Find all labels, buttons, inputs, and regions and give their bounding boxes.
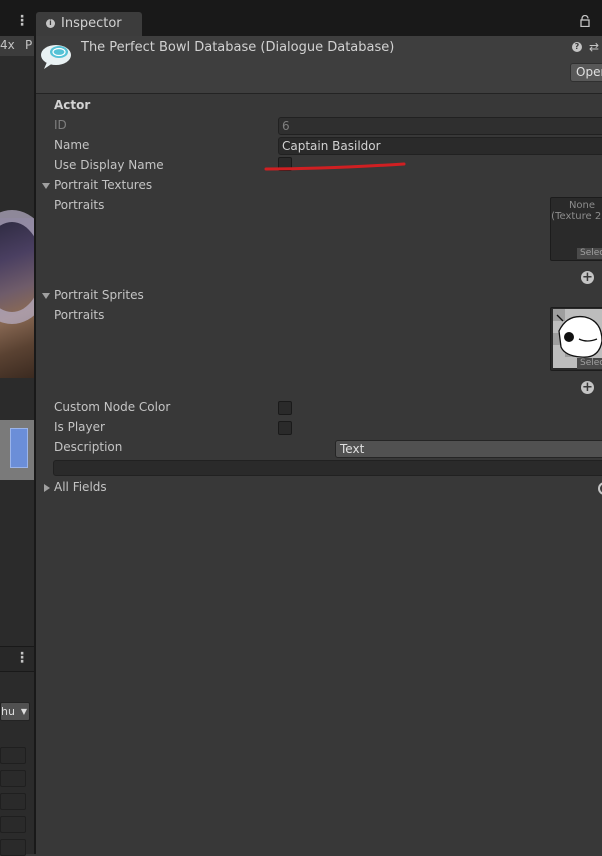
kebab-menu-icon[interactable]: ⋮ bbox=[15, 13, 29, 29]
is-player-label: Is Player bbox=[54, 420, 105, 434]
name-field[interactable]: Captain Basildor bbox=[278, 137, 602, 155]
description-textarea[interactable] bbox=[53, 460, 602, 476]
is-player-checkbox[interactable] bbox=[278, 421, 292, 435]
select-button[interactable]: Select bbox=[577, 248, 602, 259]
add-texture-plus-icon[interactable]: + bbox=[581, 271, 594, 284]
lock-icon[interactable] bbox=[580, 15, 590, 27]
add-sprite-plus-icon[interactable]: + bbox=[581, 381, 594, 394]
dropdown-value: Text bbox=[340, 442, 365, 456]
portrait-sprites-foldout[interactable]: Portrait Sprites bbox=[54, 288, 144, 302]
select-button[interactable]: Select bbox=[577, 358, 602, 369]
description-label: Description bbox=[54, 440, 123, 454]
name-label: Name bbox=[54, 138, 90, 152]
left-field[interactable] bbox=[0, 816, 26, 833]
id-field: 6 bbox=[278, 117, 602, 135]
page-title: The Perfect Bowl Database (Dialogue Data… bbox=[81, 40, 395, 55]
slot-none-text: None bbox=[568, 200, 596, 211]
actor-section-title: Actor bbox=[54, 98, 91, 112]
kebab-menu-icon-2[interactable]: ⋮ bbox=[15, 650, 29, 666]
custom-node-color-checkbox[interactable] bbox=[278, 401, 292, 415]
all-fields-foldout[interactable]: All Fields bbox=[54, 480, 107, 494]
info-icon: i bbox=[46, 19, 55, 28]
left-tab-bar: ⋮ bbox=[0, 0, 34, 36]
description-type-dropdown[interactable]: Text bbox=[335, 440, 602, 458]
sliders-icon[interactable]: ⇄ bbox=[589, 40, 599, 54]
lower-panel-dropdown[interactable]: hu ▼ bbox=[0, 702, 30, 721]
portraits-label: Portraits bbox=[54, 198, 105, 212]
left-field[interactable] bbox=[0, 839, 26, 856]
id-label: ID bbox=[54, 118, 67, 132]
portraits-label: Portraits bbox=[54, 308, 105, 322]
lower-panel-tab: ⋮ bbox=[0, 646, 34, 672]
portrait-textures-foldout[interactable]: Portrait Textures bbox=[54, 178, 152, 192]
left-field[interactable] bbox=[0, 747, 26, 764]
speech-bubble-database-icon bbox=[41, 45, 71, 69]
portrait-texture-slot[interactable]: None(Texture 2D) Select bbox=[550, 197, 602, 261]
left-panel: ⋮ 4x P ⋮ hu ▼ bbox=[0, 0, 54, 856]
foldout-arrow-open-icon[interactable] bbox=[42, 183, 50, 189]
game-ui-element[interactable] bbox=[10, 428, 28, 468]
inspector-tab-label: Inspector bbox=[61, 16, 122, 31]
help-icon[interactable]: ? bbox=[572, 42, 582, 52]
red-underline-annotation bbox=[264, 162, 406, 171]
dropdown-value: hu bbox=[1, 705, 15, 718]
chevron-down-icon: ▼ bbox=[20, 707, 27, 716]
slot-type-text: (Texture 2D) bbox=[551, 211, 602, 222]
zoom-label[interactable]: 4x bbox=[0, 38, 15, 52]
foldout-arrow-closed-icon[interactable] bbox=[44, 484, 50, 492]
left-field[interactable] bbox=[0, 793, 26, 810]
use-display-name-label: Use Display Name bbox=[54, 158, 164, 172]
left-field[interactable] bbox=[0, 770, 26, 787]
toolbar-letter[interactable]: P bbox=[25, 38, 32, 52]
custom-node-color-label: Custom Node Color bbox=[54, 400, 171, 414]
foldout-arrow-open-icon[interactable] bbox=[42, 293, 50, 299]
open-button[interactable]: Open bbox=[570, 63, 602, 82]
